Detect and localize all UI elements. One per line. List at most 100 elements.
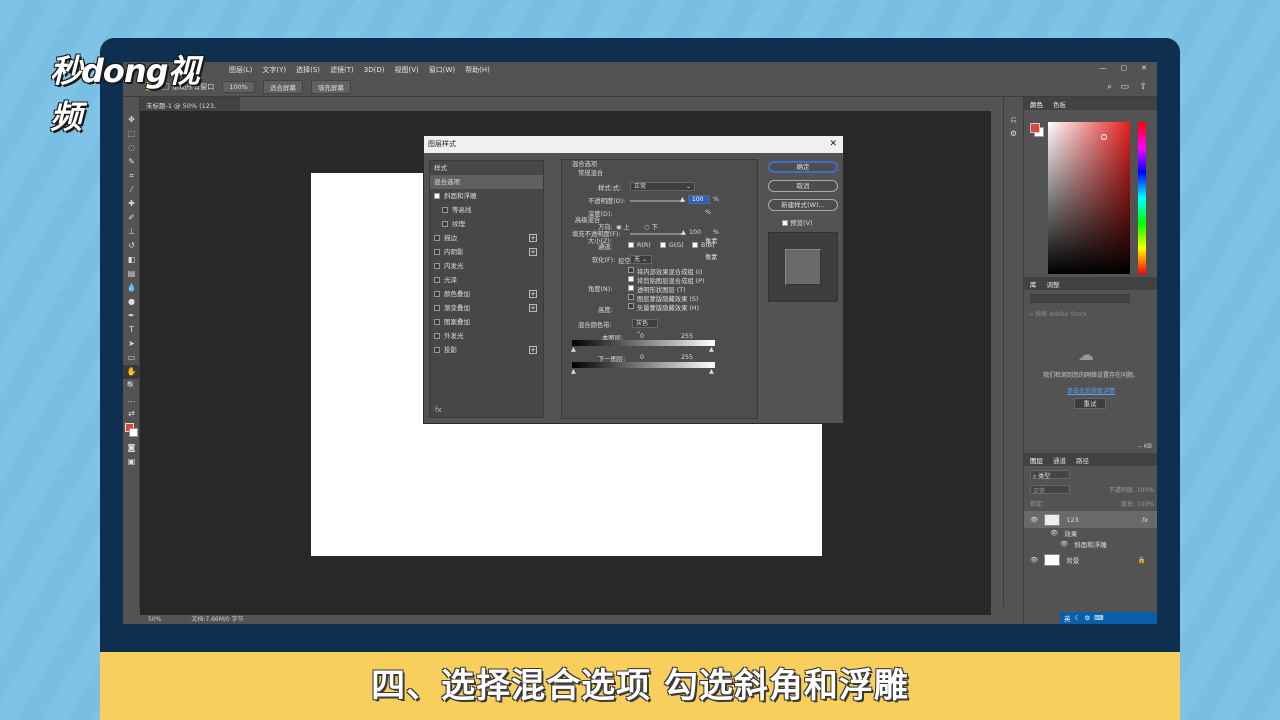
add-effect-icon[interactable]: +: [529, 304, 537, 312]
style-item[interactable]: 斜面和浮雕: [430, 189, 543, 203]
eyedropper-tool-icon[interactable]: ⁄: [123, 183, 140, 197]
layer-opacity[interactable]: 不透明度: 100%: [1109, 485, 1154, 494]
style-item-checkbox[interactable]: [434, 347, 440, 353]
under-layer-black-handle[interactable]: ▲: [571, 368, 576, 375]
style-item[interactable]: 渐变叠加 +: [430, 301, 543, 315]
fill-opacity-slider[interactable]: [630, 233, 685, 235]
style-item-checkbox[interactable]: [434, 277, 440, 283]
stamp-tool-icon[interactable]: ⊥: [123, 225, 140, 239]
blend-mode-select[interactable]: 正常 ⌄: [630, 182, 695, 191]
style-item-checkbox[interactable]: [434, 333, 440, 339]
tab-channels[interactable]: 通道: [1053, 455, 1066, 465]
menu-select[interactable]: 选择(S): [296, 65, 320, 75]
under-layer-white-handle[interactable]: ▲: [709, 368, 714, 375]
tab-paths[interactable]: 路径: [1076, 455, 1089, 465]
add-effect-icon[interactable]: +: [529, 346, 537, 354]
knockout-select[interactable]: 无 ⌄: [630, 255, 652, 264]
blend-if-select[interactable]: 灰色 ⌄: [632, 319, 658, 335]
layer-background[interactable]: 👁 背景 🔒: [1024, 551, 1157, 568]
bg-visibility-eye-icon[interactable]: 👁: [1030, 556, 1038, 564]
retry-button[interactable]: 重试: [1074, 398, 1106, 409]
style-item[interactable]: 内发光: [430, 259, 543, 273]
layer-filter-kind[interactable]: ⌕ 类型: [1030, 470, 1070, 480]
opacity-input[interactable]: 100: [688, 195, 710, 204]
lasso-tool-icon[interactable]: ◌: [123, 141, 140, 155]
tab-libraries[interactable]: 库: [1030, 279, 1037, 289]
history-panel-icon[interactable]: ⎌: [1004, 113, 1023, 127]
tray-settings-icon[interactable]: ⚙: [1084, 614, 1090, 622]
opacity-handle-icon[interactable]: ▲: [680, 196, 685, 203]
dodge-tool-icon[interactable]: ●: [123, 295, 140, 309]
hand-tool-icon[interactable]: ✋: [123, 365, 140, 379]
shape-tool-icon[interactable]: ▭: [123, 351, 140, 365]
style-item[interactable]: 内阴影 +: [430, 245, 543, 259]
marquee-tool-icon[interactable]: ⬚: [123, 127, 140, 141]
move-tool-icon[interactable]: ✥: [123, 113, 140, 127]
swap-colors-icon[interactable]: ⇄: [123, 407, 140, 421]
screen-mode-icon[interactable]: ▣: [123, 455, 140, 469]
style-item-checkbox[interactable]: [434, 305, 440, 311]
opacity-slider[interactable]: [630, 200, 685, 202]
fit-screen-button[interactable]: 适合屏幕: [262, 79, 303, 94]
fx-badge[interactable]: fx: [1142, 516, 1148, 524]
style-item-checkbox[interactable]: [434, 319, 440, 325]
tray-moon-icon[interactable]: ☾: [1075, 614, 1081, 622]
restore-icon[interactable]: ▢: [1121, 64, 1128, 72]
hue-slider[interactable]: [1138, 122, 1146, 274]
blur-tool-icon[interactable]: 💧: [123, 281, 140, 295]
bevel-eye-icon[interactable]: 👁: [1060, 540, 1068, 548]
color-picker-cursor[interactable]: [1101, 134, 1107, 140]
stock-search[interactable]: ⌕ 搜索 Adobe Stock: [1030, 309, 1152, 319]
style-item-checkbox[interactable]: [434, 193, 440, 199]
menu-window[interactable]: 窗口(W): [429, 65, 455, 75]
style-item[interactable]: 图案叠加: [430, 315, 543, 329]
color-picker-field[interactable]: [1048, 122, 1130, 274]
close-window-icon[interactable]: ✕: [1141, 64, 1147, 72]
layer-fill[interactable]: 填充: 100%: [1121, 499, 1154, 508]
style-item-checkbox[interactable]: [442, 221, 448, 227]
quick-mask-icon[interactable]: ◙: [123, 441, 140, 455]
direction-down-radio[interactable]: ○ 下: [644, 222, 658, 231]
style-item[interactable]: 光泽: [430, 273, 543, 287]
tab-adjustments[interactable]: 调整: [1047, 279, 1060, 289]
blend-mode-select[interactable]: 正常: [1030, 485, 1070, 495]
library-select[interactable]: [1030, 294, 1130, 303]
style-item[interactable]: 外发光: [430, 329, 543, 343]
style-item[interactable]: 样式: [430, 161, 543, 175]
dialog-close-icon[interactable]: ✕: [829, 136, 837, 153]
type-tool-icon[interactable]: T: [123, 323, 140, 337]
menu-layer[interactable]: 图层(L): [229, 65, 252, 75]
this-layer-gradient[interactable]: [572, 340, 715, 346]
quick-select-tool-icon[interactable]: ✎: [123, 155, 140, 169]
channel-g-checkbox[interactable]: [660, 242, 666, 248]
style-item[interactable]: 混合选项: [430, 175, 543, 189]
pen-tool-icon[interactable]: ✒: [123, 309, 140, 323]
style-item[interactable]: 等高线: [430, 203, 543, 217]
menu-help[interactable]: 帮助(H): [465, 65, 490, 75]
tray-ime[interactable]: 英: [1064, 613, 1071, 623]
eraser-tool-icon[interactable]: ◧: [123, 253, 140, 267]
style-item[interactable]: 描边 +: [430, 231, 543, 245]
menu-filter[interactable]: 滤镜(T): [330, 65, 354, 75]
history-brush-icon[interactable]: ↺: [123, 239, 140, 253]
channel-r-checkbox[interactable]: [628, 242, 634, 248]
style-item[interactable]: 颜色叠加 +: [430, 287, 543, 301]
share-icon[interactable]: ⇪: [1139, 82, 1147, 92]
layer-mask-hides-checkbox[interactable]: [628, 294, 634, 300]
new-style-button[interactable]: 新建样式(W)...: [768, 199, 838, 211]
layer-effects-row[interactable]: 👁 效果: [1024, 527, 1157, 538]
more-tools-icon[interactable]: …: [123, 393, 140, 407]
background-color[interactable]: [129, 428, 138, 437]
preview-checkbox[interactable]: [782, 220, 788, 226]
add-effect-icon[interactable]: +: [529, 248, 537, 256]
panel-foreground-swatch[interactable]: [1030, 123, 1040, 133]
fill-handle-icon[interactable]: ▲: [681, 229, 686, 236]
channel-b-checkbox[interactable]: [692, 242, 698, 248]
layer-123[interactable]: 👁 123 fx: [1024, 511, 1157, 528]
minimize-icon[interactable]: —: [1100, 64, 1107, 72]
style-item-checkbox[interactable]: [434, 249, 440, 255]
tab-color[interactable]: 颜色: [1030, 99, 1043, 109]
tray-keyboard-icon[interactable]: ⌨: [1094, 614, 1103, 622]
cancel-button[interactable]: 取消: [768, 180, 838, 192]
effects-eye-icon[interactable]: 👁: [1050, 529, 1058, 537]
